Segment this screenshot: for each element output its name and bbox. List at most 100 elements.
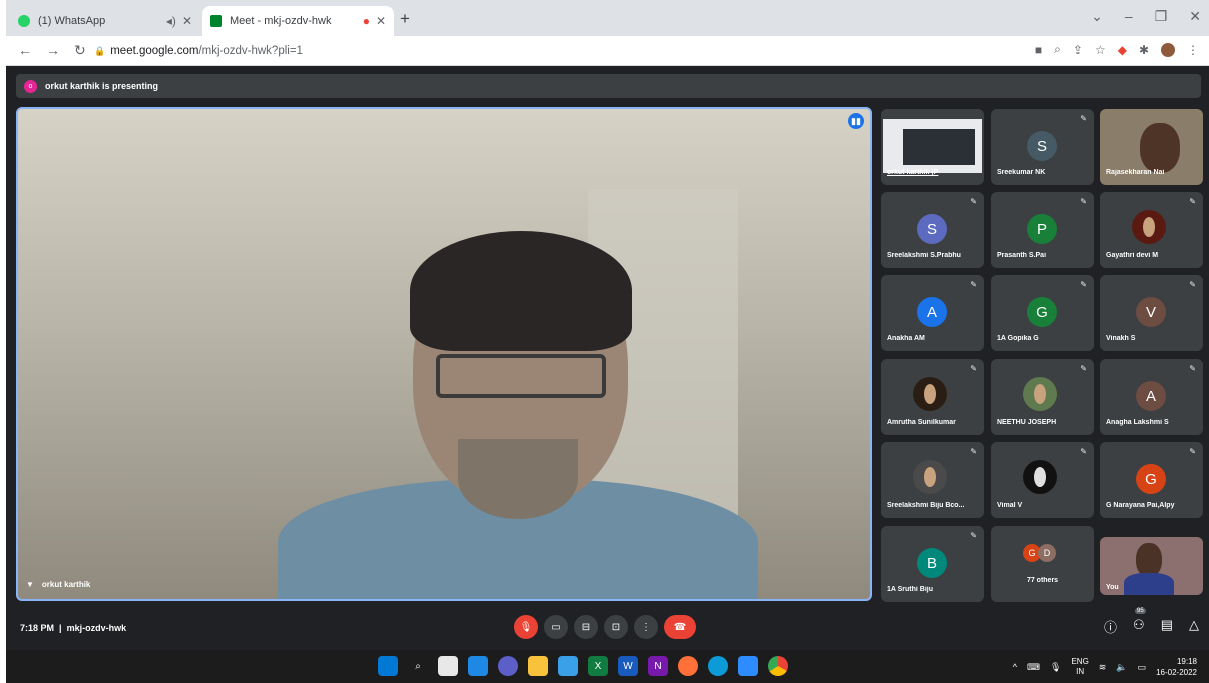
share-icon[interactable]: ⇪: [1073, 43, 1083, 57]
extensions-puzzle-icon[interactable]: ✱: [1139, 43, 1149, 57]
clock[interactable]: 19:18 16-02-2022: [1156, 656, 1197, 678]
profile-avatar[interactable]: [1161, 42, 1175, 57]
widgets-icon[interactable]: [468, 656, 488, 676]
tab-bar: (1) WhatsApp ◂) ✕ Meet - mkj-ozdv-hwk ● …: [6, 0, 1209, 36]
tab-meet[interactable]: Meet - mkj-ozdv-hwk ● ✕: [202, 6, 394, 36]
meet-icon: [210, 15, 222, 27]
call-controls: 🎙 ▭ ⊟ ⊡ ⋮ ☎: [514, 615, 696, 639]
region-code: IN: [1076, 667, 1085, 676]
speaking-indicator-icon: ▮▮: [848, 113, 864, 129]
participant-count-badge: 95: [1135, 608, 1146, 614]
restore-icon[interactable]: ❐: [1155, 8, 1168, 25]
participant-tile[interactable]: Rajasekharan Nai: [1100, 109, 1203, 185]
start-icon[interactable]: [378, 656, 398, 676]
forward-icon[interactable]: →: [46, 42, 60, 59]
close-tab-icon[interactable]: ✕: [376, 14, 386, 28]
participant-tile[interactable]: ✎ Vimal V: [991, 442, 1094, 518]
mic-tray-icon[interactable]: 🎙: [1050, 662, 1061, 673]
people-icon[interactable]: ⚇ 95: [1133, 608, 1146, 636]
participant-tile[interactable]: ✎ G G Narayana Pai,Alpy: [1100, 442, 1203, 518]
mic-off-icon: ✎: [970, 280, 977, 289]
participant-tile[interactable]: ✎ Gayathri devi M: [1100, 192, 1203, 268]
activities-icon[interactable]: △: [1189, 617, 1199, 636]
zoom-icon[interactable]: ⌕: [1054, 42, 1061, 57]
task-view-icon[interactable]: [438, 656, 458, 676]
back-icon[interactable]: ←: [18, 42, 32, 59]
close-tab-icon[interactable]: ✕: [182, 14, 192, 28]
screen-share-thumbnail: [883, 119, 982, 173]
minimize-icon[interactable]: –: [1125, 8, 1133, 25]
participant-tile[interactable]: ✎ NEETHU JOSEPH: [991, 359, 1094, 435]
extension-icon[interactable]: ◆: [1118, 43, 1127, 57]
mic-off-icon: ✎: [1080, 114, 1087, 123]
language-indicator[interactable]: ENG IN: [1071, 657, 1088, 677]
participant-tile[interactable]: ✎ G 1A Gopika G: [991, 275, 1094, 351]
present-button[interactable]: ⊡: [604, 615, 628, 639]
firefox-icon[interactable]: [678, 656, 698, 676]
more-options-button[interactable]: ⋮: [634, 615, 658, 639]
excel-icon[interactable]: X: [588, 656, 608, 676]
main-speaker-name: orkut karthik: [41, 580, 91, 589]
wifi-icon[interactable]: ≋: [1099, 662, 1107, 673]
search-icon[interactable]: ⌕: [408, 656, 428, 676]
participant-tile[interactable]: ✎ B 1A Sruthi Biju: [881, 526, 984, 602]
lock-icon[interactable]: 🔒: [94, 46, 105, 56]
edge-icon[interactable]: [708, 656, 728, 676]
url-field[interactable]: 🔒 meet.google.com/mkj-ozdv-hwk?pli=1: [94, 45, 303, 57]
reload-icon[interactable]: ↻: [74, 42, 86, 59]
new-tab-button[interactable]: +: [400, 9, 410, 29]
zoom-app-icon[interactable]: [738, 656, 758, 676]
participant-tile[interactable]: ✎ Amrutha Sunilkumar: [881, 359, 984, 435]
chat-icon[interactable]: ▤: [1161, 617, 1173, 636]
info-icon[interactable]: ⓘ: [1104, 617, 1117, 636]
keyboard-icon[interactable]: ⌨: [1027, 662, 1040, 673]
mic-toggle-button[interactable]: 🎙: [514, 615, 538, 639]
mute-icon[interactable]: ◂): [166, 14, 176, 28]
teams-chat-icon[interactable]: [498, 656, 518, 676]
chrome-icon[interactable]: [768, 656, 788, 676]
participant-tile[interactable]: ✎ S Sreelakshmi S.Prabhu: [881, 192, 984, 268]
participant-tile[interactable]: G D 77 others: [991, 526, 1094, 602]
close-window-icon[interactable]: ✕: [1189, 8, 1201, 25]
participant-tile[interactable]: ✎ S Sreekumar NK: [991, 109, 1094, 185]
address-bar: ← → ↻ 🔒 meet.google.com/mkj-ozdv-hwk?pli=…: [6, 36, 1209, 66]
file-explorer-icon[interactable]: [528, 656, 548, 676]
main-video-tile[interactable]: ▮▮ ▼ orkut karthik: [16, 107, 872, 601]
participant-tile[interactable]: ✎ P Prasanth S.Pai: [991, 192, 1094, 268]
leave-call-button[interactable]: ☎: [664, 615, 696, 639]
tab-whatsapp[interactable]: (1) WhatsApp ◂) ✕: [10, 6, 200, 36]
tab-search-icon[interactable]: ⌄: [1091, 8, 1103, 25]
participant-tile[interactable]: ✎ Sreelakshmi Biju Bco...: [881, 442, 984, 518]
mic-off-icon: ✎: [1080, 447, 1087, 456]
participant-name: orkut karthik (P: [887, 169, 939, 176]
captions-button[interactable]: ⊟: [574, 615, 598, 639]
participant-tile[interactable]: ✎ A Anagha Lakshmi S: [1100, 359, 1203, 435]
mic-off-icon: ✎: [970, 447, 977, 456]
participant-name: Amrutha Sunilkumar: [887, 419, 956, 426]
battery-icon[interactable]: ▭: [1138, 662, 1147, 673]
bookmark-star-icon[interactable]: ☆: [1095, 43, 1106, 57]
participant-tile[interactable]: orkut karthik (P: [881, 109, 984, 185]
presenter-avatar: o: [24, 79, 37, 93]
windows-taskbar: ⌕ X W N ^ ⌨ 🎙 ENG IN ≋ 🔈 ▭ 19:18 16-02-202…: [6, 650, 1209, 683]
self-video: [1136, 543, 1162, 577]
tray-chevron-icon[interactable]: ^: [1013, 662, 1017, 672]
onenote-icon[interactable]: N: [648, 656, 668, 676]
tab-title: (1) WhatsApp: [38, 15, 106, 27]
participant-avatar: A: [917, 297, 947, 327]
participant-tile[interactable]: ✎ A Anakha AM: [881, 275, 984, 351]
photos-icon[interactable]: [558, 656, 578, 676]
menu-icon[interactable]: ⋮: [1187, 43, 1199, 57]
self-tile[interactable]: You: [1100, 537, 1203, 595]
mic-off-icon: ✎: [970, 197, 977, 206]
participant-name: Anagha Lakshmi S: [1106, 419, 1169, 426]
url-host: meet.google.com: [110, 45, 199, 57]
word-icon[interactable]: W: [618, 656, 638, 676]
url-path: /mkj-ozdv-hwk?pli=1: [198, 45, 303, 57]
participant-photo: [913, 460, 947, 494]
volume-icon[interactable]: 🔈: [1116, 662, 1127, 673]
camera-toggle-button[interactable]: ▭: [544, 615, 568, 639]
mic-off-icon: ✎: [1080, 364, 1087, 373]
camera-icon[interactable]: ■: [1035, 43, 1042, 57]
participant-tile[interactable]: ✎ V Vinakh S: [1100, 275, 1203, 351]
